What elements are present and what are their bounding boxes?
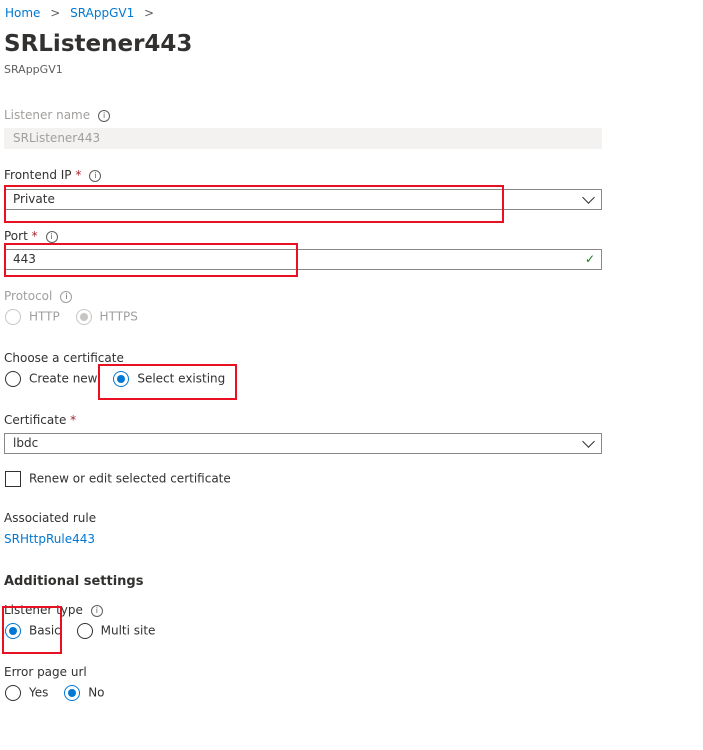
protocol-radio-group: HTTP HTTPS xyxy=(5,309,150,325)
label-text: Protocol xyxy=(4,289,53,303)
label-text: Frontend IP xyxy=(4,168,72,182)
protocol-label: Protocol i xyxy=(4,289,73,303)
label-text: Certificate xyxy=(4,413,67,427)
highlight-box xyxy=(2,606,62,654)
required-marker: * xyxy=(70,413,77,427)
radio-multi-site[interactable]: Multi site xyxy=(76,623,156,639)
checkbox-icon xyxy=(5,471,21,487)
highlight-box xyxy=(4,243,298,277)
radio-http[interactable]: HTTP xyxy=(5,309,60,325)
associated-rule-label: Associated rule xyxy=(4,511,97,525)
radio-yes[interactable]: Yes xyxy=(5,685,48,701)
required-marker: * xyxy=(75,168,82,182)
renew-checkbox[interactable]: Renew or edit selected certificate xyxy=(5,471,231,487)
frontend-ip-label: Frontend IP * i xyxy=(4,168,102,182)
info-icon[interactable]: i xyxy=(89,169,102,182)
error-page-radio-group: Yes No xyxy=(5,685,117,701)
radio-label: Yes xyxy=(29,685,49,700)
page-title: SRListener443 xyxy=(4,31,193,57)
radio-icon xyxy=(5,309,21,325)
breadcrumb-home[interactable]: Home xyxy=(5,6,40,20)
radio-label: HTTPS xyxy=(99,309,138,324)
breadcrumb-parent[interactable]: SRAppGV1 xyxy=(70,6,134,20)
label-text: Listener name xyxy=(4,108,91,122)
label-text: Port xyxy=(4,229,28,243)
certificate-select[interactable]: lbdc xyxy=(4,433,602,454)
info-icon[interactable]: i xyxy=(60,290,73,303)
checkmark-icon: ✓ xyxy=(584,252,595,266)
breadcrumb: Home > SRAppGV1 > xyxy=(5,6,160,20)
highlight-box xyxy=(98,364,237,400)
listener-name-input[interactable]: SRListener443 xyxy=(4,128,602,149)
select-value: lbdc xyxy=(13,436,39,450)
listener-name-label: Listener name i xyxy=(4,108,111,122)
checkbox-label: Renew or edit selected certificate xyxy=(29,471,231,486)
port-label: Port * i xyxy=(4,229,58,243)
info-icon[interactable]: i xyxy=(45,230,58,243)
error-page-label: Error page url xyxy=(4,665,87,679)
radio-label: Create new xyxy=(29,371,98,386)
radio-icon xyxy=(5,685,21,701)
info-icon[interactable]: i xyxy=(90,604,103,617)
radio-no[interactable]: No xyxy=(64,685,105,701)
radio-icon xyxy=(76,623,93,639)
required-marker: * xyxy=(31,229,38,243)
additional-settings-heading: Additional settings xyxy=(4,574,144,589)
page-subtitle: SRAppGV1 xyxy=(4,63,63,76)
radio-icon xyxy=(75,309,92,325)
radio-https[interactable]: HTTPS xyxy=(75,309,138,325)
chevron-down-icon xyxy=(582,191,595,204)
radio-label: HTTP xyxy=(29,309,60,324)
certificate-label: Certificate * xyxy=(4,413,76,427)
info-icon[interactable]: i xyxy=(98,109,111,122)
radio-label: No xyxy=(88,685,105,700)
radio-create-new[interactable]: Create new xyxy=(5,371,98,387)
associated-rule-link[interactable]: SRHttpRule443 xyxy=(4,532,95,546)
chevron-down-icon xyxy=(582,435,595,448)
chevron-right-icon: > xyxy=(144,6,155,20)
radio-icon xyxy=(5,371,21,387)
radio-icon xyxy=(64,685,81,701)
choose-cert-label: Choose a certificate xyxy=(4,351,124,365)
radio-label: Multi site xyxy=(100,623,156,638)
highlight-box xyxy=(4,185,504,223)
chevron-right-icon: > xyxy=(50,6,61,20)
